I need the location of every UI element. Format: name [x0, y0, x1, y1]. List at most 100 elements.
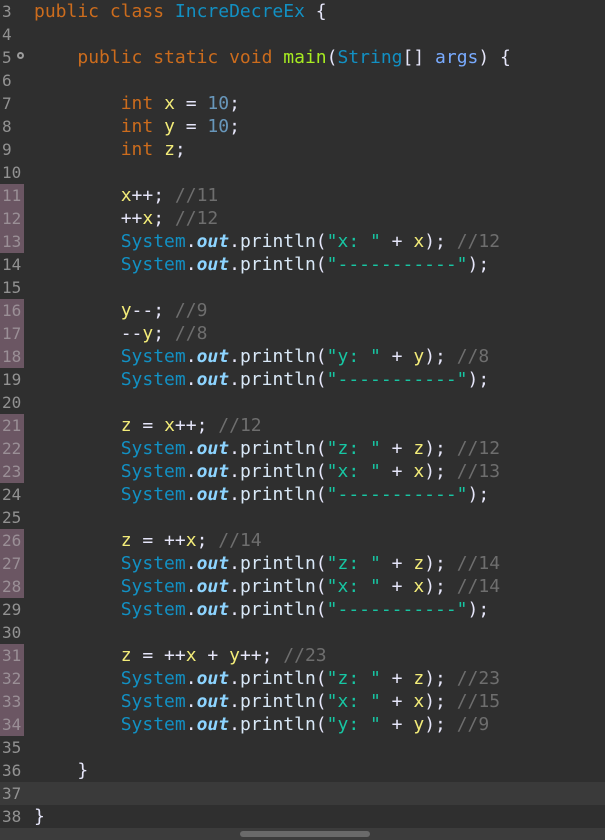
- code-line[interactable]: 12 ++x; //12: [0, 207, 605, 230]
- code-line[interactable]: 7 int x = 10;: [0, 92, 605, 115]
- line-number: 34: [0, 713, 24, 736]
- line-number: 3: [2, 2, 12, 21]
- code-line[interactable]: 27 System.out.println("z: " + z); //14: [0, 552, 605, 575]
- code-editor[interactable]: 3 public class IncreDecreEx {4 5 public st…: [0, 0, 605, 828]
- code-line[interactable]: 14 System.out.println("-----------");: [0, 253, 605, 276]
- code-line[interactable]: 5 public static void main(String[] args)…: [0, 46, 605, 69]
- code-line[interactable]: 18 System.out.println("y: " + y); //8: [0, 345, 605, 368]
- code-token: //23: [283, 645, 327, 666]
- code-token: out: [196, 599, 230, 620]
- code-token: println: [239, 599, 316, 620]
- code-line[interactable]: 35: [0, 736, 605, 759]
- code-token: //12: [456, 438, 501, 459]
- line-number: 9: [2, 140, 12, 159]
- code-token: //8: [456, 346, 490, 367]
- code-token: (: [315, 484, 327, 505]
- code-token: "x: ": [326, 576, 381, 597]
- code-token: System: [120, 484, 186, 505]
- code-line[interactable]: 15: [0, 276, 605, 299]
- code-token: println: [239, 438, 316, 459]
- line-code: ++x; //12: [34, 207, 219, 230]
- code-token: //23: [456, 668, 501, 689]
- fold-toggle-icon[interactable]: [17, 52, 24, 59]
- code-token: );: [467, 599, 490, 620]
- code-line[interactable]: 32 System.out.println("z: " + z); //23: [0, 667, 605, 690]
- code-line[interactable]: 24 System.out.println("-----------");: [0, 483, 605, 506]
- code-token: z: [413, 553, 425, 574]
- line-code: System.out.println("x: " + x); //15: [34, 690, 500, 713]
- code-line[interactable]: 21 z = x++; //12: [0, 414, 605, 437]
- line-code: System.out.println("x: " + x); //12: [34, 230, 500, 253]
- code-line[interactable]: 6: [0, 69, 605, 92]
- code-line[interactable]: 28 System.out.println("x: " + x); //14: [0, 575, 605, 598]
- code-token: .: [185, 484, 197, 505]
- code-token: .: [229, 599, 240, 620]
- code-line[interactable]: 22 System.out.println("z: " + z); //12: [0, 437, 605, 460]
- code-token: );: [424, 553, 457, 574]
- code-line[interactable]: 38}: [0, 805, 605, 828]
- line-number: 29: [2, 600, 22, 619]
- code-token: x: [413, 461, 425, 482]
- code-token: ;: [196, 530, 219, 551]
- code-line[interactable]: 30: [0, 621, 605, 644]
- line-code: System.out.println("-----------");: [34, 483, 490, 506]
- code-token: out: [196, 461, 230, 482]
- code-line[interactable]: 20: [0, 391, 605, 414]
- code-token: int: [120, 116, 165, 137]
- line-number: 20: [2, 393, 22, 412]
- code-line[interactable]: 36 }: [0, 759, 605, 782]
- code-token: );: [467, 254, 490, 275]
- line-code: System.out.println("-----------");: [34, 253, 490, 276]
- code-line[interactable]: 23 System.out.println("x: " + x); //13: [0, 460, 605, 483]
- code-token: y: [142, 323, 154, 344]
- line-number: 21: [0, 414, 24, 437]
- code-token: --: [120, 323, 143, 344]
- code-line[interactable]: 29 System.out.println("-----------");: [0, 598, 605, 621]
- code-line[interactable]: 26 z = ++x; //14: [0, 529, 605, 552]
- code-line[interactable]: 13 System.out.println("x: " + x); //12: [0, 230, 605, 253]
- code-line[interactable]: 3 public class IncreDecreEx {: [0, 0, 605, 23]
- code-token: ;: [153, 323, 175, 344]
- code-line[interactable]: 9 int z;: [0, 138, 605, 161]
- code-token: =: [174, 93, 208, 114]
- code-token: "x: ": [326, 691, 381, 712]
- code-line[interactable]: 19 System.out.println("-----------");: [0, 368, 605, 391]
- current-line[interactable]: 37: [0, 782, 605, 805]
- code-token: ++: [120, 208, 143, 229]
- code-line[interactable]: 16 y--; //9: [0, 299, 605, 322]
- line-number: 19: [2, 370, 22, 389]
- code-token: "z: ": [326, 438, 381, 459]
- code-line[interactable]: 25: [0, 506, 605, 529]
- line-code: public static void main(String[] args) {: [34, 46, 511, 69]
- code-token: 10: [207, 116, 230, 137]
- line-number: 17: [0, 322, 24, 345]
- code-token: y: [164, 116, 175, 137]
- code-token: x: [413, 576, 425, 597]
- code-token: y: [413, 714, 425, 735]
- code-line[interactable]: 11 x++; //11: [0, 184, 605, 207]
- code-line[interactable]: 10: [0, 161, 605, 184]
- code-token: .: [185, 599, 197, 620]
- code-line[interactable]: 4: [0, 23, 605, 46]
- code-token: println: [239, 576, 316, 597]
- code-token: z: [120, 530, 132, 551]
- code-token: .: [185, 231, 197, 252]
- code-token: .: [185, 553, 197, 574]
- code-token: z: [413, 668, 425, 689]
- code-line[interactable]: 17 --y; //8: [0, 322, 605, 345]
- code-token: //9: [174, 300, 208, 321]
- code-token: println: [239, 668, 316, 689]
- code-line[interactable]: 8 int y = 10;: [0, 115, 605, 138]
- code-token: "y: ": [326, 714, 381, 735]
- code-token: public static void: [77, 47, 284, 68]
- horizontal-scrollbar[interactable]: [0, 828, 605, 840]
- code-line[interactable]: 33 System.out.println("x: " + x); //15: [0, 690, 605, 713]
- code-token: (: [315, 438, 327, 459]
- code-line[interactable]: 31 z = ++x + y++; //23: [0, 644, 605, 667]
- scrollbar-thumb[interactable]: [240, 831, 370, 837]
- code-line[interactable]: 34 System.out.println("y: " + y); //9: [0, 713, 605, 736]
- code-token: //9: [456, 714, 490, 735]
- code-token: //8: [174, 323, 208, 344]
